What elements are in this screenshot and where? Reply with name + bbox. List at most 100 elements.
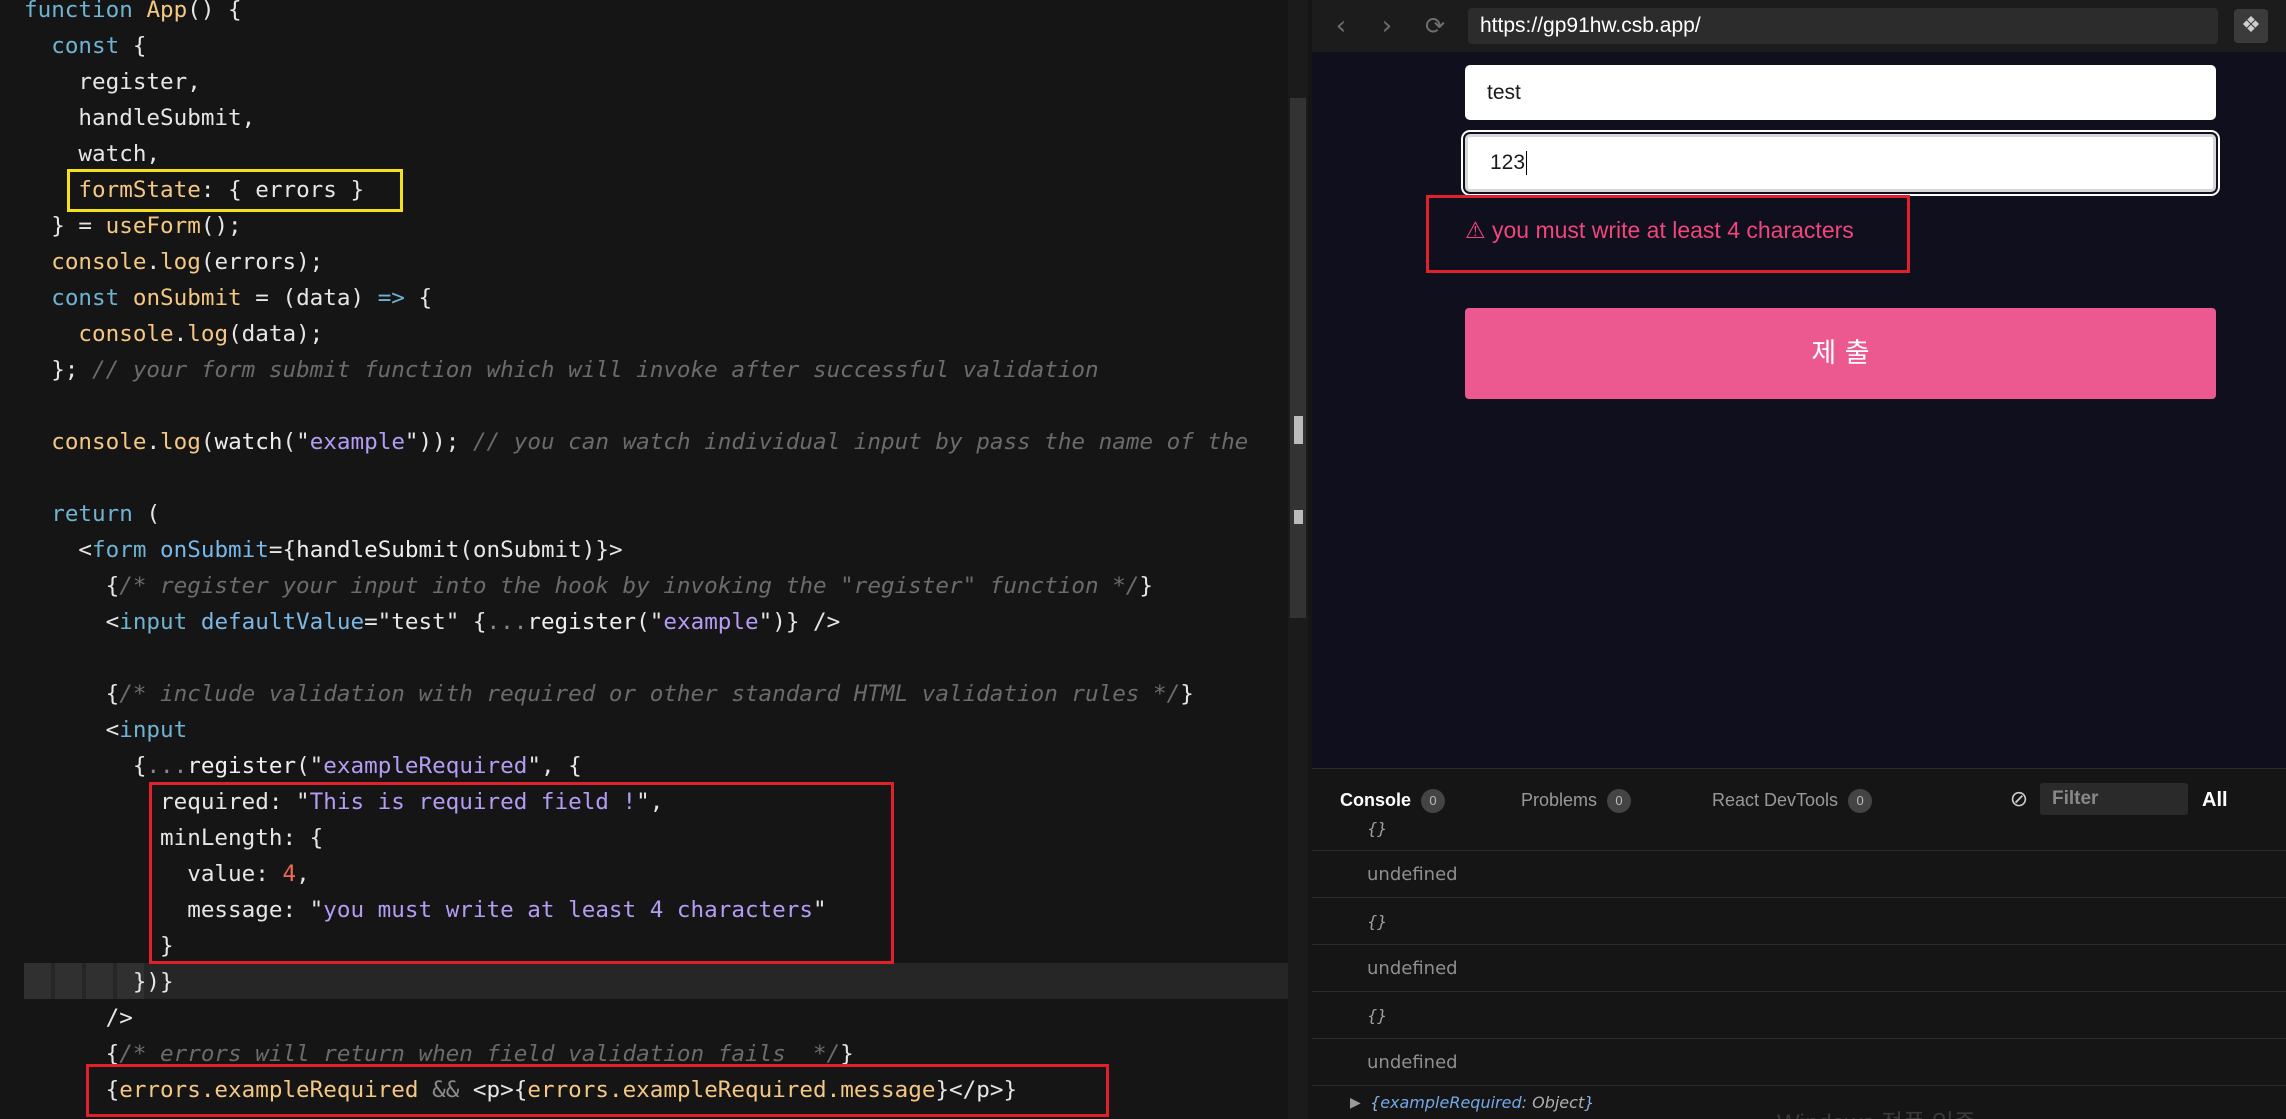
code-line[interactable]: })} [24, 964, 174, 1000]
submit-button[interactable]: 제 출 [1465, 308, 2216, 399]
code-token: =" [364, 609, 392, 635]
code-token: handleSubmit, [24, 105, 256, 131]
code-line[interactable]: <input [24, 712, 188, 748]
code-token: onSubmit [132, 285, 242, 311]
code-line[interactable]: {/* include validation with required or … [24, 676, 1194, 712]
code-token: . [146, 249, 161, 275]
code-line[interactable]: } [24, 928, 174, 964]
code-token: (errors); [200, 249, 324, 275]
code-line[interactable]: message: "you must write at least 4 char… [24, 892, 826, 928]
code-line[interactable]: }; // your form submit function which wi… [24, 352, 1098, 388]
code-token: }; [24, 357, 79, 383]
code-token: (onSubmit)}> [459, 537, 623, 563]
code-token: const [51, 33, 120, 59]
code-token: message: " [24, 897, 324, 923]
validation-error-message: ⚠ you must write at least 4 characters [1465, 217, 1854, 243]
preview-browser: ‹ › ⟳ https://gp91hw.csb.app/ ❖ test 123… [1312, 0, 2286, 1119]
code-token: >} [989, 1077, 1018, 1103]
code-token: input [119, 717, 188, 743]
code-line[interactable]: {errors.exampleRequired && <p>{errors.ex… [24, 1072, 1017, 1108]
code-line[interactable]: /> [24, 1000, 133, 1036]
code-token: { [24, 1077, 120, 1103]
code-line[interactable]: <form onSubmit={handleSubmit(onSubmit)}> [24, 532, 623, 568]
code-token: register, [24, 69, 201, 95]
code-line[interactable]: console.log(errors); [24, 244, 323, 280]
code-token: . [146, 429, 161, 455]
code-token: App [146, 0, 188, 23]
code-line[interactable]: {/* errors will return when field valida… [24, 1036, 854, 1072]
code-token: /* include validation with required or o… [119, 681, 1181, 707]
code-token: } [1139, 573, 1154, 599]
code-line[interactable]: function App() { [24, 0, 242, 28]
code-token: } [24, 933, 174, 959]
code-line[interactable]: <input defaultValue="test" {...register(… [24, 604, 841, 640]
code-token: ( [132, 501, 161, 527]
code-token: && [432, 1077, 460, 1103]
code-token: test [391, 609, 446, 635]
address-bar[interactable]: https://gp91hw.csb.app/ [1468, 8, 2218, 44]
code-token: example [309, 429, 405, 455]
code-line[interactable]: minLength: { [24, 820, 323, 856]
arrow-right-icon[interactable]: › [1372, 10, 1402, 42]
code-token: : { errors } [200, 177, 365, 203]
code-token: { [404, 285, 433, 311]
editor-scrollbar-thumb[interactable] [1290, 98, 1306, 618]
code-line[interactable]: register, [24, 64, 201, 100]
code-token: => [377, 285, 405, 311]
code-token: { [24, 1041, 120, 1067]
code-line[interactable]: console.log(data); [24, 316, 323, 352]
expand-triangle-icon[interactable]: ▶ [1350, 1086, 1361, 1119]
code-token: This is required field ! [309, 789, 637, 815]
code-token: { [24, 573, 120, 599]
code-line[interactable]: required: "This is required field !", [24, 784, 663, 820]
code-line[interactable]: } = useForm(); [24, 208, 242, 244]
code-token: value: [24, 861, 283, 887]
code-token: { [119, 33, 147, 59]
example-required-input-value: 123 [1490, 151, 1526, 174]
code-line[interactable]: {/* register your input into the hook by… [24, 568, 1153, 604]
code-line[interactable]: return ( [24, 496, 160, 532]
code-token: ")} /> [758, 609, 841, 635]
code-token: console [51, 429, 147, 455]
code-token: log [160, 429, 201, 455]
code-token: /> [24, 1005, 133, 1031]
code-token: console [51, 249, 147, 275]
devtools-console: Console0 Problems0 React DevTools0 ⊘ All… [1312, 768, 2286, 1119]
reload-icon[interactable]: ⟳ [1420, 10, 1450, 42]
code-line[interactable]: {...register("exampleRequired", { [24, 748, 582, 784]
code-token: })} [24, 969, 174, 995]
code-token: (" [296, 753, 324, 779]
code-token: onSubmit [160, 537, 269, 563]
code-line[interactable]: const { [24, 28, 146, 64]
code-token: } [1180, 681, 1194, 707]
code-token: ... [486, 609, 528, 635]
sandbox-cube-icon[interactable]: ❖ [2234, 9, 2268, 43]
code-token: }</ [935, 1077, 977, 1103]
code-line[interactable]: value: 4, [24, 856, 309, 892]
arrow-left-icon[interactable]: ‹ [1326, 10, 1356, 42]
code-line[interactable]: formState: { errors } [24, 172, 364, 208]
code-token: log [160, 249, 201, 275]
code-line[interactable]: watch, [24, 136, 160, 172]
code-line[interactable]: const onSubmit = (data) => { [24, 280, 432, 316]
code-token: (); [200, 213, 242, 239]
code-token: const [51, 285, 120, 311]
code-token: ={ [268, 537, 297, 563]
code-token: (" [636, 609, 664, 635]
code-line[interactable]: handleSubmit, [24, 100, 255, 136]
code-editor[interactable]: function App() { const { register, handl… [0, 0, 1308, 1119]
code-token: you must write at least 4 characters [323, 897, 813, 923]
code-token: formState [78, 177, 201, 203]
code-token: p [976, 1077, 990, 1103]
code-token: (data); [228, 321, 324, 347]
example-input[interactable]: test [1465, 65, 2216, 120]
code-token: register [187, 753, 297, 779]
code-line[interactable]: console.log(watch("example")); // you ca… [24, 424, 1248, 460]
console-log-row-object[interactable]: ▶ {exampleRequired: Object} [1312, 1086, 2286, 1119]
example-required-input[interactable]: 123 [1465, 134, 2216, 192]
console-log-row: {} [1312, 807, 2286, 851]
